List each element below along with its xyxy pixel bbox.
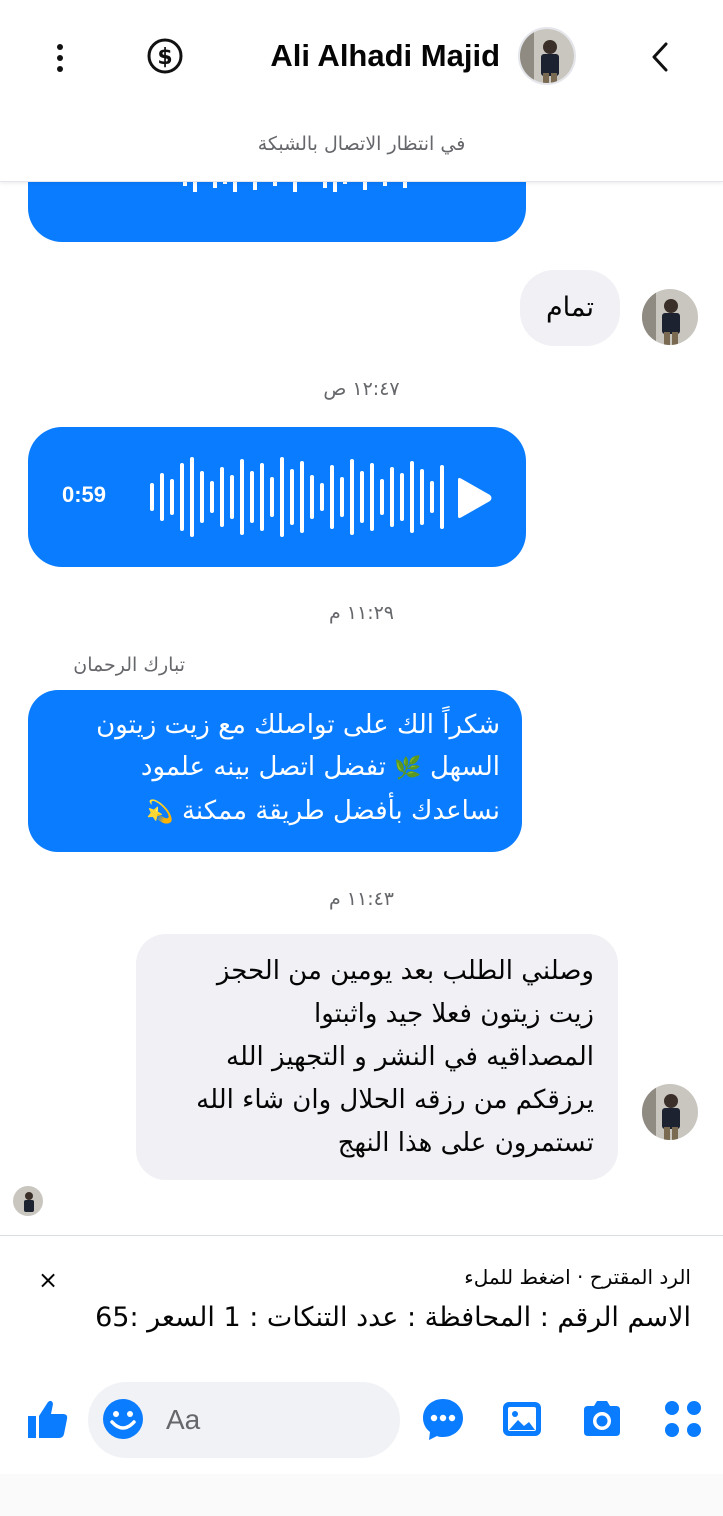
dollar-icon[interactable]: $ (146, 37, 184, 75)
contact-avatar-small[interactable] (642, 1084, 698, 1140)
message-text: نساعدك بأفضل طريقة ممكنة (181, 796, 500, 826)
message-line: نساعدك بأفضل طريقة ممكنة 💫 (50, 790, 500, 834)
timestamp: ١١:٢٩ م (328, 602, 395, 624)
camera-icon[interactable] (579, 1396, 625, 1442)
timestamp: ١٢:٤٧ ص (323, 378, 400, 400)
apps-grid-icon[interactable] (660, 1396, 706, 1442)
received-message[interactable]: وصلني الطلب بعد يومين من الحجز زيت زيتون… (136, 934, 618, 1180)
contact-avatar[interactable] (518, 27, 576, 85)
suggested-reply-text[interactable]: الاسم الرقم : المحافظة : عدد التنكات : 1… (95, 1302, 691, 1333)
sent-message[interactable]: شكراً الك على تواصلك مع زيت زيتون السهل … (28, 690, 522, 852)
messenger-chat-screen: $ Ali Alhadi Majid في انتظار الاتصال بال… (0, 0, 723, 1516)
timestamp: ١١:٤٣ م (328, 888, 395, 910)
message-line: المصداقيه في النشر و التجهيز الله (226, 1042, 594, 1072)
voice-message-partial[interactable] (28, 182, 526, 242)
message-text: تفضل اتصل بينه علمود (140, 752, 387, 782)
suggested-reply-panel[interactable]: × الرد المقترح · اضغط للملء الاسم الرقم … (0, 1235, 723, 1370)
received-message[interactable]: تمام (520, 270, 620, 346)
dizzy-emoji: 💫 (146, 800, 174, 825)
message-composer (0, 1370, 723, 1470)
like-icon[interactable] (24, 1396, 70, 1442)
suggested-reply-label: الرد المقترح · اضغط للملء (464, 1265, 691, 1289)
message-text: السهل (429, 752, 500, 782)
play-icon[interactable] (448, 474, 496, 522)
sender-label: تبارك الرحمان (73, 654, 185, 676)
message-line: شكراً الك على تواصلك مع زيت زيتون (96, 710, 500, 740)
message-input[interactable] (166, 1400, 376, 1440)
message-input-container[interactable] (88, 1382, 400, 1458)
system-bottom-area (0, 1474, 723, 1516)
message-list[interactable]: تمام ١٢:٤٧ ص 0:59 ١١:٢٩ م تبارك الرحمان … (0, 182, 723, 1235)
contact-name[interactable]: Ali Alhadi Majid (200, 36, 500, 76)
voice-duration: 0:59 (62, 482, 107, 507)
contact-avatar-small[interactable] (642, 289, 698, 345)
image-icon[interactable] (499, 1396, 545, 1442)
chat-bubble-icon[interactable] (420, 1396, 466, 1442)
more-vertical-icon[interactable] (46, 38, 74, 78)
read-receipt-avatar (13, 1186, 43, 1216)
back-chevron-icon[interactable] (644, 38, 676, 76)
message-line: يرزقكم من رزقه الحلال وان شاء الله (196, 1085, 594, 1115)
herb-emoji: 🌿 (394, 756, 422, 781)
message-line: زيت زيتون فعلا جيد واثبتوا (314, 999, 594, 1029)
voice-message[interactable]: 0:59 (28, 427, 526, 567)
waveform-icon (150, 457, 444, 537)
emoji-icon[interactable] (100, 1396, 146, 1442)
connection-status: في انتظار الاتصال بالشبكة (257, 133, 466, 155)
message-line: السهل 🌿 تفضل اتصل بينه علمود (50, 746, 500, 790)
message-line: وصلني الطلب بعد يومين من الحجز (216, 956, 594, 986)
close-icon[interactable]: × (38, 1266, 58, 1294)
message-line: تستمرون على هذا النهج (337, 1128, 594, 1158)
chat-header: $ Ali Alhadi Majid في انتظار الاتصال بال… (0, 0, 723, 182)
svg-text:$: $ (157, 45, 172, 70)
